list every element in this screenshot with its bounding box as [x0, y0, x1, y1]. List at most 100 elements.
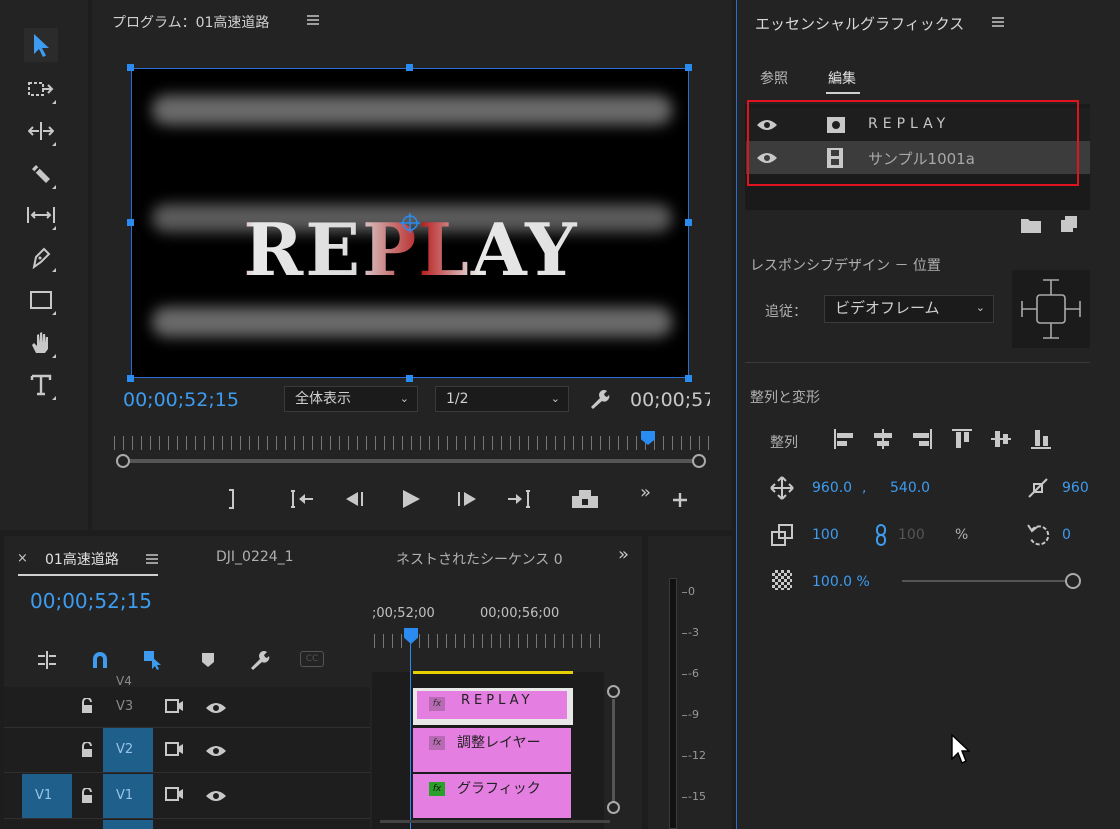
transform-handle-bc[interactable]	[406, 375, 413, 382]
clip-adjustment-label: 調整レイヤー	[457, 735, 541, 751]
position-y-value[interactable]: 540.0	[890, 480, 930, 496]
scroll-handle-bottom[interactable]	[607, 801, 620, 814]
position-x-value[interactable]: 960.0	[812, 480, 852, 496]
play-button[interactable]	[400, 488, 422, 510]
opacity-slider-handle[interactable]	[1065, 573, 1081, 589]
follow-dropdown-value: ビデオフレーム	[835, 299, 940, 317]
new-folder-icon[interactable]	[1020, 216, 1042, 234]
zoom-handle-right[interactable]	[692, 454, 706, 468]
snap-magnet-icon[interactable]	[90, 650, 110, 670]
align-center-h-icon[interactable]	[871, 427, 895, 451]
selection-tool[interactable]	[24, 28, 58, 62]
tab-sequence-2[interactable]: DJI_0224_1	[216, 549, 294, 565]
program-mini-ruler[interactable]	[114, 436, 710, 450]
timeline-menu-icon[interactable]	[145, 553, 159, 565]
eye-icon[interactable]	[205, 701, 227, 715]
opacity-value[interactable]: 100.0 %	[812, 574, 870, 590]
captions-icon[interactable]: CC	[300, 651, 324, 667]
clip-replay-label: REPLAY	[461, 693, 534, 708]
razor-tool[interactable]	[24, 157, 58, 191]
responsive-design-label: レスポンシブデザイン － 位置	[750, 258, 941, 274]
tab-edit[interactable]: 編集	[828, 68, 856, 88]
clip-adjustment-layer[interactable]: fx 調整レイヤー	[413, 728, 571, 772]
scale-value[interactable]: 100	[812, 527, 839, 543]
nest-toggle-icon[interactable]	[36, 650, 58, 670]
hand-tool[interactable]	[24, 326, 58, 360]
align-right-icon[interactable]	[910, 427, 934, 451]
track-select-tool[interactable]	[24, 72, 58, 106]
track-separator	[4, 772, 370, 773]
track-v0-target	[103, 820, 153, 829]
lock-icon[interactable]	[80, 742, 94, 758]
settings-wrench-icon[interactable]	[588, 388, 610, 410]
fit-dropdown-value: 全体表示	[295, 391, 351, 407]
step-back-button[interactable]	[344, 490, 368, 508]
transform-handle-mr[interactable]	[685, 219, 692, 226]
horizontal-scrollbar[interactable]	[380, 820, 610, 823]
rectangle-tool[interactable]	[24, 283, 58, 317]
zoom-handle-left[interactable]	[116, 454, 130, 468]
transform-handle-ml[interactable]	[127, 219, 134, 226]
program-monitor-title[interactable]: プログラム：01高速道路	[112, 12, 269, 32]
ruler-label-2: 00;00;56;00	[480, 606, 560, 621]
step-forward-button[interactable]	[455, 490, 479, 508]
meter-label-0: 0	[688, 585, 695, 598]
type-tool[interactable]	[24, 368, 58, 402]
align-left-icon[interactable]	[832, 427, 856, 451]
eye-icon[interactable]	[205, 789, 227, 803]
linked-selection-icon[interactable]	[142, 649, 164, 671]
clip-graphic[interactable]: fx グラフィック	[413, 774, 571, 818]
anchor-point-icon[interactable]	[398, 211, 422, 235]
track-v3-label[interactable]: V3	[116, 699, 133, 714]
transform-handle-tl[interactable]	[127, 64, 134, 71]
lock-icon[interactable]	[80, 698, 94, 714]
eg-menu-icon[interactable]	[991, 16, 1005, 28]
transform-handle-br[interactable]	[685, 375, 692, 382]
timeline-close-icon[interactable]: ×	[17, 551, 28, 566]
anchor-value[interactable]: 960	[1062, 480, 1089, 496]
tab-sequence-3[interactable]: ネストされたシーケンス 0	[396, 549, 580, 569]
resolution-dropdown[interactable]: 1/2 ⌄	[435, 386, 569, 412]
rotation-value[interactable]: 0	[1062, 527, 1071, 543]
go-to-in-button[interactable]	[289, 489, 315, 509]
pin-position-widget[interactable]	[1012, 270, 1090, 348]
fit-dropdown[interactable]: 全体表示 ⌄	[284, 386, 418, 412]
transform-handle-tc[interactable]	[406, 64, 413, 71]
work-area-bar[interactable]	[413, 671, 573, 674]
tab-sequence-1[interactable]: 01高速道路	[45, 549, 119, 569]
ripple-edit-tool[interactable]	[24, 114, 58, 148]
eg-title[interactable]: エッセンシャルグラフィックス	[755, 13, 964, 34]
program-zoom-bar[interactable]	[118, 459, 704, 463]
eye-icon[interactable]	[205, 744, 227, 758]
go-to-out-button[interactable]	[506, 489, 532, 509]
lock-icon[interactable]	[80, 788, 94, 804]
mark-out-button[interactable]	[224, 488, 240, 510]
add-marker-icon[interactable]	[200, 651, 216, 669]
link-icon[interactable]	[874, 523, 888, 547]
sync-lock-icon[interactable]	[164, 741, 184, 757]
vertical-scrollbar[interactable]	[607, 685, 620, 817]
clip-replay[interactable]: fx REPLAY	[413, 688, 573, 725]
opacity-slider-track[interactable]	[902, 580, 1068, 582]
scroll-handle-top[interactable]	[607, 685, 620, 698]
transform-handle-bl[interactable]	[127, 375, 134, 382]
sync-lock-icon[interactable]	[164, 698, 184, 714]
align-bottom-icon[interactable]	[1029, 427, 1053, 451]
pen-tool[interactable]	[24, 240, 58, 274]
follow-dropdown[interactable]: ビデオフレーム ⌄	[824, 295, 994, 323]
timeline-timecode[interactable]: 00;00;52;15	[30, 589, 152, 613]
timeline-settings-icon[interactable]	[248, 649, 270, 671]
program-menu-icon[interactable]	[306, 14, 320, 26]
program-timecode[interactable]: 00;00;52;15	[123, 389, 239, 411]
transform-handle-tr[interactable]	[685, 64, 692, 71]
tab-browse[interactable]: 参照	[760, 68, 788, 88]
slip-tool[interactable]	[24, 198, 58, 232]
more-controls-icon[interactable]: »	[640, 482, 651, 503]
align-top-icon[interactable]	[950, 427, 974, 451]
export-frame-button[interactable]	[570, 488, 600, 510]
more-tabs-icon[interactable]: »	[618, 544, 629, 565]
align-center-v-icon[interactable]	[989, 427, 1013, 451]
sync-lock-icon[interactable]	[164, 786, 184, 802]
add-button-icon[interactable]	[670, 490, 690, 510]
new-layer-icon[interactable]	[1060, 215, 1078, 233]
